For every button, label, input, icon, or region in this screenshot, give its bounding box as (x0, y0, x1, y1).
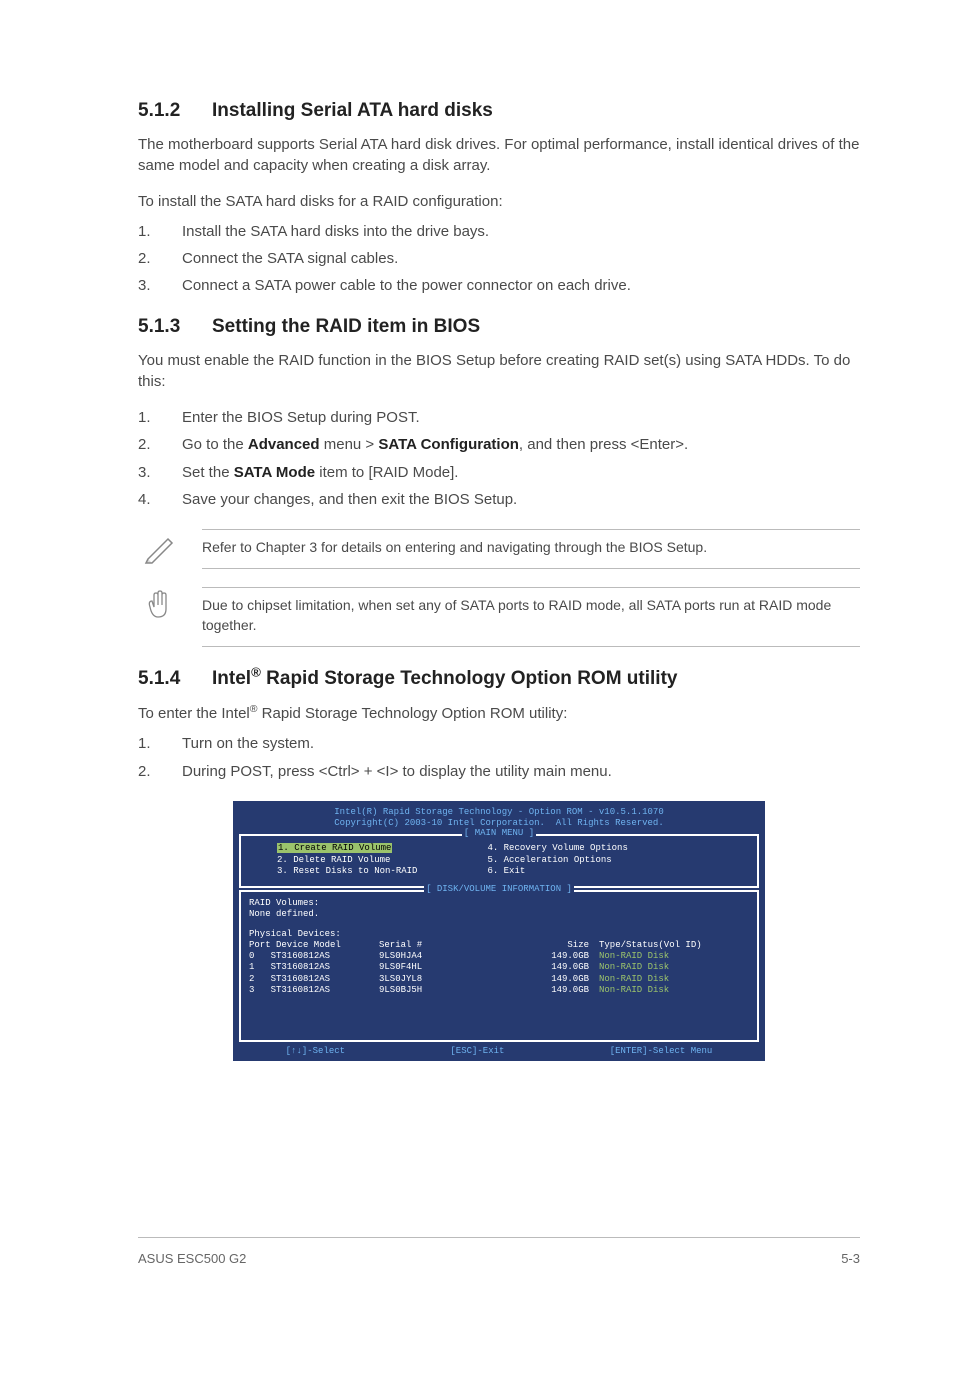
page-footer: ASUS ESC500 G2 5-3 (138, 1251, 860, 1266)
intro-text: To enter the Intel® Rapid Storage Techno… (138, 702, 860, 724)
bios-menu-item: 4. Recovery Volume Options (487, 843, 627, 853)
heading-title: Intel® Rapid Storage Technology Option R… (212, 668, 677, 689)
bios-hint-exit: [ESC]-Exit (450, 1046, 504, 1057)
bios-hint-enter: [ENTER]-Select Menu (610, 1046, 713, 1057)
bios-footer: [↑↓]-Select [ESC]-Exit [ENTER]-Select Me… (233, 1044, 765, 1058)
footer-right: 5-3 (841, 1251, 860, 1266)
col-type: Type/Status(Vol ID) (589, 940, 749, 951)
hand-icon (142, 587, 178, 623)
steps-list: 1. Install the SATA hard disks into the d… (138, 220, 860, 298)
step-num: 2. (138, 247, 151, 270)
bios-menu-right: 4. Recovery Volume Options 5. Accelerati… (487, 843, 627, 877)
step-num: 2. (138, 433, 151, 456)
note-box: Refer to Chapter 3 for details on enteri… (138, 529, 860, 569)
note-box: Due to chipset limitation, when set any … (138, 587, 860, 647)
step-item: 2. Go to the Advanced menu > SATA Configu… (138, 433, 860, 456)
heading-512: 5.1.2Installing Serial ATA hard disks (138, 100, 860, 122)
step-text: Set the SATA Mode item to [RAID Mode]. (182, 464, 458, 481)
heading-num: 5.1.2 (138, 100, 212, 122)
heading-513: 5.1.3Setting the RAID item in BIOS (138, 316, 860, 338)
table-header-row: Port Device Model Serial # Size Type/Sta… (249, 940, 749, 951)
step-num: 3. (138, 274, 151, 297)
step-text: Install the SATA hard disks into the dri… (182, 223, 489, 240)
bios-info-box: [ DISK/VOLUME INFORMATION ] RAID Volumes… (239, 890, 759, 1042)
note-text: Refer to Chapter 3 for details on enteri… (202, 529, 860, 569)
bios-hint-select: [↑↓]-Select (286, 1046, 345, 1057)
bios-menu-left: 1. Create RAID Volume 2. Delete RAID Vol… (277, 843, 417, 877)
table-row: 3 ST3160812AS9LS0BJ5H149.0GBNon-RAID Dis… (249, 985, 749, 996)
body-text: The motherboard supports Serial ATA hard… (138, 134, 860, 177)
bios-menu-item: 2. Delete RAID Volume (277, 855, 390, 865)
heading-514: 5.1.4Intel® Rapid Storage Technology Opt… (138, 665, 860, 690)
intro-text: To install the SATA hard disks for a RAI… (138, 191, 860, 212)
bios-menu-item: 6. Exit (487, 866, 525, 876)
heading-title: Installing Serial ATA hard disks (212, 100, 493, 121)
footer-left: ASUS ESC500 G2 (138, 1251, 246, 1266)
step-text: Connect a SATA power cable to the power … (182, 277, 631, 294)
table-row: 0 ST3160812AS9LS0HJA4149.0GBNon-RAID Dis… (249, 951, 749, 962)
body-text: You must enable the RAID function in the… (138, 350, 860, 393)
step-item: 1. Install the SATA hard disks into the d… (138, 220, 860, 243)
table-row: 2 ST3160812AS3LS0JYL8149.0GBNon-RAID Dis… (249, 974, 749, 985)
step-text: Turn on the system. (182, 735, 314, 752)
step-item: 3. Connect a SATA power cable to the powe… (138, 274, 860, 297)
step-item: 2. During POST, press <Ctrl> + <I> to dis… (138, 760, 860, 783)
step-num: 1. (138, 406, 151, 429)
table-row: 1 ST3160812AS9LS0F4HL149.0GBNon-RAID Dis… (249, 962, 749, 973)
step-num: 2. (138, 760, 151, 783)
heading-num: 5.1.3 (138, 316, 212, 338)
step-item: 3. Set the SATA Mode item to [RAID Mode]. (138, 461, 860, 484)
col-serial: Serial # (379, 940, 529, 951)
heading-num: 5.1.4 (138, 668, 212, 690)
step-item: 1. Turn on the system. (138, 732, 860, 755)
steps-list: 1. Enter the BIOS Setup during POST. 2. Go… (138, 406, 860, 511)
step-text: Save your changes, and then exit the BIO… (182, 491, 517, 508)
note-text: Due to chipset limitation, when set any … (202, 587, 860, 647)
bios-menu: 1. Create RAID Volume 2. Delete RAID Vol… (249, 840, 749, 880)
steps-list: 1. Turn on the system. 2. During POST, pre… (138, 732, 860, 783)
step-text: Connect the SATA signal cables. (182, 250, 398, 267)
bios-menu-item: 3. Reset Disks to Non-RAID (277, 866, 417, 876)
bios-main-menu-box: [ MAIN MENU ] 1. Create RAID Volume 2. D… (239, 834, 759, 888)
heading-title: Setting the RAID item in BIOS (212, 316, 480, 337)
step-num: 1. (138, 220, 151, 243)
bios-none-defined: None defined. (249, 909, 749, 920)
bios-header: Intel(R) Rapid Storage Technology - Opti… (233, 806, 765, 833)
step-num: 3. (138, 461, 151, 484)
pencil-icon (142, 529, 178, 565)
step-text: During POST, press <Ctrl> + <I> to displ… (182, 763, 612, 780)
col-port-model: Port Device Model (249, 940, 379, 951)
step-num: 4. (138, 488, 151, 511)
step-num: 1. (138, 732, 151, 755)
bios-disk-info: RAID Volumes: None defined. Physical Dev… (249, 896, 749, 1034)
bios-menu-item: 5. Acceleration Options (487, 855, 611, 865)
bios-menu-item-selected: 1. Create RAID Volume (277, 843, 392, 853)
step-item: 4. Save your changes, and then exit the B… (138, 488, 860, 511)
step-item: 2. Connect the SATA signal cables. (138, 247, 860, 270)
bios-raid-volumes-label: RAID Volumes: (249, 898, 749, 909)
bios-physical-devices-label: Physical Devices: (249, 929, 749, 940)
step-text: Enter the BIOS Setup during POST. (182, 409, 420, 426)
col-size: Size (529, 940, 589, 951)
bios-screenshot: Intel(R) Rapid Storage Technology - Opti… (233, 801, 765, 1062)
step-item: 1. Enter the BIOS Setup during POST. (138, 406, 860, 429)
bios-disk-table: Port Device Model Serial # Size Type/Sta… (249, 940, 749, 996)
step-text: Go to the Advanced menu > SATA Configura… (182, 436, 688, 453)
